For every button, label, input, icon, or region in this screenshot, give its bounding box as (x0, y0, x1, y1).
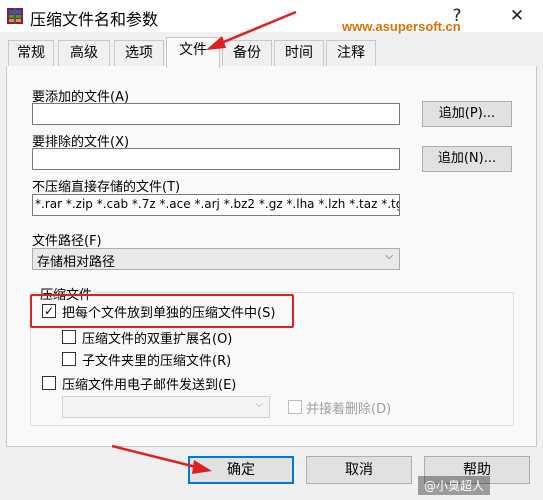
double-ext-label: 压缩文件的双重扩展名(O) (82, 332, 233, 347)
winrar-icon (7, 8, 23, 24)
annotation-arrow-ok (111, 444, 212, 474)
delete-after-checkbox[interactable] (288, 400, 302, 414)
exclude-files-button[interactable]: 追加(N)... (422, 146, 512, 172)
subfolders-checkbox[interactable] (62, 352, 76, 366)
email-to-select[interactable]: ⌵ (62, 396, 270, 418)
add-files-button[interactable]: 追加(P)... (422, 101, 512, 127)
delete-after-label: 并接着删除(D) (306, 402, 392, 417)
store-files-input[interactable]: *.rar *.zip *.cab *.7z *.ace *.arj *.bz2… (32, 194, 400, 216)
tab-advanced[interactable]: 高级 (58, 40, 110, 66)
put-each-file-checkbox[interactable]: ✓ (42, 304, 56, 318)
close-button[interactable]: ✕ (500, 4, 534, 28)
put-each-file-label: 把每个文件放到单独的压缩文件中(S) (62, 306, 276, 321)
chevron-down-icon: ⌵ (255, 399, 263, 410)
exclude-files-input[interactable] (32, 148, 400, 170)
file-path-label: 文件路径(F) (32, 234, 102, 249)
tab-comment[interactable]: 注释 (326, 40, 376, 66)
annotation-arrow (206, 10, 297, 50)
file-path-select[interactable]: 存储相对路径 ⌵ (32, 248, 400, 270)
add-files-input[interactable] (32, 103, 400, 125)
file-path-value: 存储相对路径 (37, 255, 116, 270)
tab-options[interactable]: 选项 (114, 40, 164, 66)
email-label: 压缩文件用电子邮件发送到(E) (62, 378, 237, 393)
cancel-button[interactable]: 取消 (306, 456, 412, 484)
footer-watermark: @小臭超人 (418, 476, 491, 495)
subfolders-label: 子文件夹里的压缩文件(R) (82, 354, 232, 369)
double-ext-checkbox[interactable] (62, 330, 76, 344)
tab-general[interactable]: 常规 (8, 40, 54, 66)
email-checkbox[interactable] (42, 376, 56, 390)
chevron-down-icon: ⌵ (385, 251, 393, 262)
store-files-label: 不压缩直接存储的文件(T) (32, 180, 181, 195)
window-title: 压缩文件名和参数 (30, 10, 159, 29)
help-title-button[interactable]: ? (440, 4, 474, 28)
